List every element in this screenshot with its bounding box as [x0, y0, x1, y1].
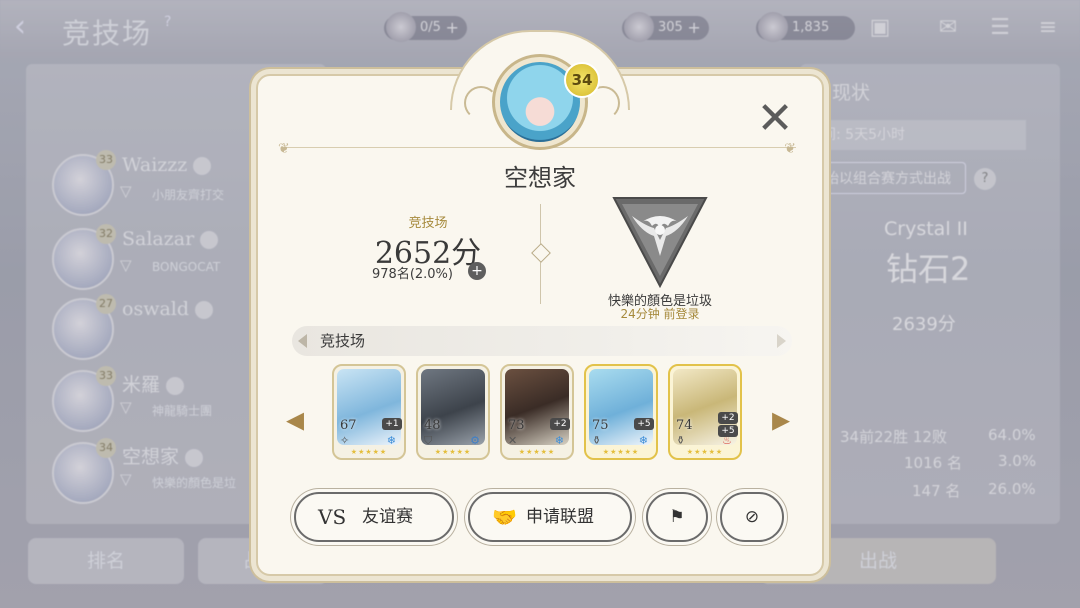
hero-level: 48	[424, 418, 441, 433]
hero-card[interactable]: 74 +2 +5 ⚱ ♨ ★★★★★	[668, 364, 742, 460]
request-alliance-button[interactable]: 🤝 申请联盟	[468, 492, 632, 542]
ornament-icon: ❦	[278, 141, 290, 157]
hero-stars-icon: ★★★★★	[686, 448, 724, 456]
hero-level: 67	[340, 418, 357, 433]
next-team-arrow-icon[interactable]: ▸	[766, 400, 796, 440]
hero-card[interactable]: 67 +1 ✧ ❄ ★★★★★	[332, 364, 406, 460]
hero-card[interactable]: 75 +5 ⚱ ❄ ★★★★★	[584, 364, 658, 460]
hero-class-icon: ⛉	[424, 434, 433, 447]
hero-class-icon: ✧	[340, 434, 350, 447]
hero-level: 74	[676, 418, 693, 433]
hero-class-icon: ✕	[508, 434, 518, 447]
hero-stars-icon: ★★★★★	[350, 448, 388, 456]
player-name: 空想家	[504, 164, 576, 192]
rank-info-plus-icon[interactable]: +	[468, 262, 486, 280]
report-button[interactable]: ⚑	[646, 492, 708, 542]
block-icon: ⊘	[744, 507, 760, 527]
report-flag-icon: ⚑	[669, 507, 685, 527]
friendly-match-button[interactable]: VS 友谊赛	[294, 492, 454, 542]
player-level-badge: 34	[564, 62, 600, 98]
hero-bonus-badge: +1	[382, 418, 402, 430]
section-cap-icon	[777, 334, 786, 348]
hero-element-icon: ❄	[554, 434, 564, 447]
hero-class-icon: ⚱	[676, 434, 686, 447]
hero-card[interactable]: 73 +2 ✕ ❄ ★★★★★	[500, 364, 574, 460]
hero-card[interactable]: 48 ⛉ ⚙ ★★★★★	[416, 364, 490, 460]
arena-rank: 978名(2.0%)	[372, 267, 453, 282]
hero-element-icon: ❄	[386, 434, 396, 447]
section-cap-icon	[298, 334, 307, 348]
hero-bonus-badge: +2	[718, 412, 738, 424]
hero-element-icon: ⚙	[470, 434, 480, 447]
vs-icon: VS	[318, 505, 347, 529]
handshake-icon: 🤝	[492, 505, 517, 529]
hero-bonus-badge: +2	[550, 418, 570, 430]
defense-team-header: 竞技场	[292, 326, 792, 356]
hero-element-icon: ❄	[638, 434, 648, 447]
hero-stars-icon: ★★★★★	[434, 448, 472, 456]
hero-level: 75	[592, 418, 609, 433]
hero-class-icon: ⚱	[592, 434, 602, 447]
last-login: 24分钟 前登录	[620, 307, 700, 321]
hero-stars-icon: ★★★★★	[602, 448, 640, 456]
hero-bonus-badge: +5	[634, 418, 654, 430]
hero-element-icon: ♨	[722, 434, 732, 447]
block-button[interactable]: ⊘	[720, 492, 784, 542]
hero-level: 73	[508, 418, 525, 433]
player-info-modal: ❦ ❦ 34 ✕ 空想家 竞技场 2652分 978名(2.0%) + 快樂的顏…	[256, 20, 824, 576]
prev-team-arrow-icon[interactable]: ◂	[280, 400, 310, 440]
hero-stars-icon: ★★★★★	[518, 448, 556, 456]
friendly-match-label: 友谊赛	[362, 507, 413, 527]
request-alliance-label: 申请联盟	[526, 507, 594, 527]
section-title: 竞技场	[320, 332, 366, 350]
guild-emblem-icon	[612, 197, 708, 288]
close-icon[interactable]: ✕	[752, 96, 798, 142]
